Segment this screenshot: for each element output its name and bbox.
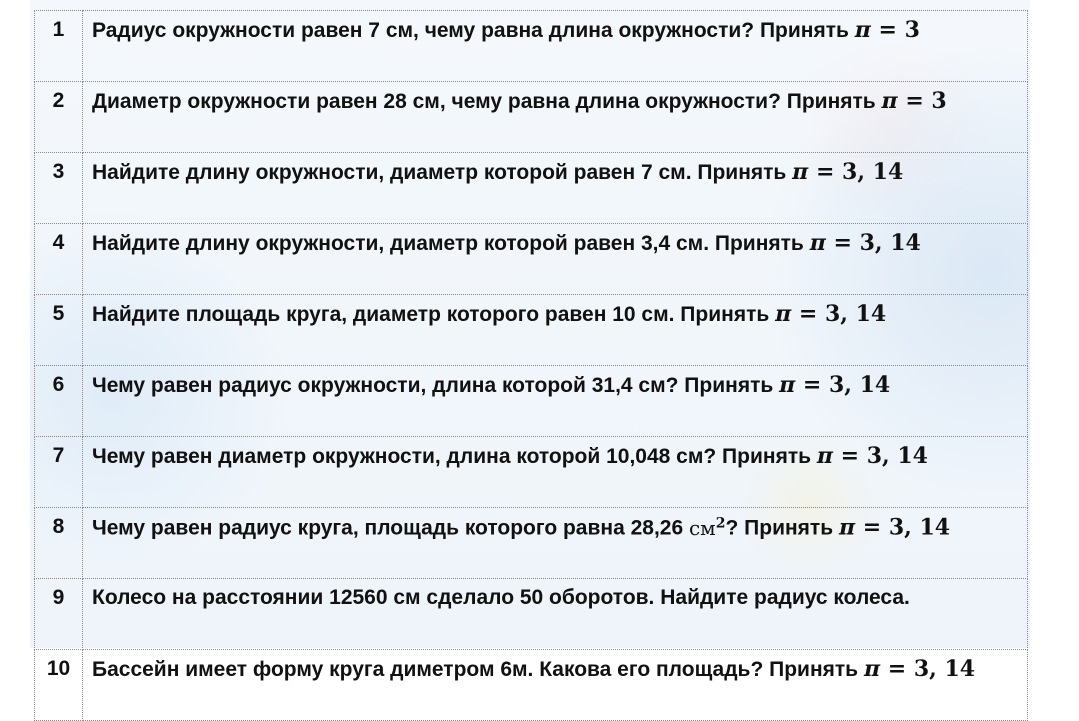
pi-formula: π = 3, 14 [775, 301, 886, 327]
unit-text: см [688, 515, 716, 540]
table-row: 9 Колесо на расстоянии 12560 см сделало … [34, 578, 1028, 650]
pi-formula: π = 3, 14 [792, 159, 903, 185]
problem-text: Колесо на расстоянии 12560 см сделало 50… [92, 586, 910, 609]
problem-text: Бассейн имеет форму круга диметром 6м. К… [92, 658, 864, 681]
problem-cell: Найдите длину окружности, диаметр которо… [82, 223, 1028, 295]
problem-text: Найдите длину окружности, диаметр которо… [92, 161, 793, 184]
problem-cell: Бассейн имеет форму круга диметром 6м. К… [82, 649, 1028, 721]
pi-value: 3, 14 [913, 656, 976, 682]
pi-symbol: π [863, 656, 881, 682]
row-number: 4 [34, 223, 83, 295]
pi-symbol: π [809, 230, 826, 256]
table-row: 2 Диаметр окружности равен 28 см, чему р… [34, 81, 1028, 153]
problem-text: Чему равен радиус окружности, длина кото… [92, 374, 780, 397]
pi-value: 3, 14 [828, 372, 891, 398]
problem-cell: Чему равен радиус окружности, длина кото… [82, 365, 1028, 437]
equals-sign: = [791, 301, 825, 327]
pi-value: 3, 14 [866, 443, 928, 469]
problem-text: Найдите длину окружности, диаметр которо… [92, 232, 810, 255]
row-number: 2 [34, 81, 83, 153]
problem-cell: Диаметр окружности равен 28 см, чему рав… [82, 81, 1028, 153]
pi-formula: π = 3, 14 [817, 443, 928, 469]
table-row: 5 Найдите площадь круга, диаметр которог… [34, 294, 1028, 366]
table-row: 1 Радиус окружности равен 7 см, чему рав… [34, 10, 1028, 82]
table-row: 3 Найдите длину окружности, диаметр кото… [34, 152, 1028, 224]
equals-sign: = [897, 88, 932, 114]
problem-cell: Найдите длину окружности, диаметр которо… [82, 152, 1028, 224]
equals-sign: = [880, 656, 914, 682]
row-number: 5 [34, 294, 83, 366]
worksheet-background: 1 Радиус окружности равен 7 см, чему рав… [30, 0, 1030, 721]
equals-sign: = [832, 443, 867, 469]
problems-table: 1 Радиус окружности равен 7 см, чему рав… [34, 10, 1028, 721]
pi-formula: π = 3 [855, 17, 920, 43]
pi-symbol: π [792, 159, 809, 185]
pi-symbol: π [854, 17, 871, 43]
table-row: 4 Найдите длину окружности, диаметр кото… [34, 223, 1028, 295]
table-row: 10 Бассейн имеет форму круга диметром 6м… [34, 649, 1028, 721]
problem-text: Чему равен диаметр окружности, длина кот… [92, 445, 817, 468]
pi-value: 3 [904, 17, 920, 43]
pi-value: 3, 14 [888, 514, 951, 541]
pi-value: 3, 14 [842, 159, 904, 185]
pi-formula: π = 3, 14 [839, 515, 950, 541]
unit-power: 2 [715, 515, 726, 531]
row-number: 10 [34, 649, 83, 721]
problem-text: Найдите площадь круга, диаметр которого … [92, 303, 776, 326]
table-row: 7 Чему равен диаметр окружности, длина к… [34, 436, 1028, 508]
problem-text: Чему равен радиус круга, площадь которог… [92, 516, 689, 540]
pi-formula: π = 3, 14 [864, 656, 975, 682]
problem-cell: Колесо на расстоянии 12560 см сделало 50… [82, 578, 1028, 650]
row-number: 1 [34, 10, 83, 82]
equals-sign: = [825, 230, 860, 256]
pi-formula: π = 3, 14 [779, 372, 890, 398]
pi-symbol: π [838, 514, 856, 541]
problem-text: Диаметр окружности равен 28 см, чему рав… [92, 90, 882, 113]
pi-symbol: π [779, 372, 796, 398]
pi-symbol: π [775, 301, 792, 327]
pi-symbol: π [881, 88, 898, 114]
problem-cell: Чему равен диаметр окружности, длина кот… [82, 436, 1028, 508]
row-number: 6 [34, 365, 83, 437]
equals-sign: = [808, 159, 843, 185]
table-row: 6 Чему равен радиус окружности, длина ко… [34, 365, 1028, 437]
row-number: 9 [34, 578, 83, 650]
pi-formula: π = 3 [882, 88, 947, 114]
equals-sign: = [870, 17, 905, 43]
row-number: 7 [34, 436, 83, 508]
problem-text-after: ? Принять [725, 516, 839, 540]
problem-cell: Найдите площадь круга, диаметр которого … [82, 294, 1028, 366]
pi-value: 3 [931, 88, 947, 114]
problem-cell: Радиус окружности равен 7 см, чему равна… [82, 10, 1028, 82]
row-number: 3 [34, 152, 83, 224]
pi-symbol: π [816, 443, 833, 469]
equals-sign: = [795, 372, 829, 398]
area-unit: см2 [689, 516, 726, 540]
row-number: 8 [34, 507, 83, 579]
pi-value: 3, 14 [824, 301, 887, 327]
pi-value: 3, 14 [859, 230, 921, 256]
equals-sign: = [855, 514, 889, 541]
table-row: 8 Чему равен радиус круга, площадь котор… [34, 507, 1028, 579]
pi-formula: π = 3, 14 [810, 230, 921, 256]
problem-text: Радиус окружности равен 7 см, чему равна… [92, 19, 855, 42]
problem-cell: Чему равен радиус круга, площадь которог… [82, 507, 1028, 579]
